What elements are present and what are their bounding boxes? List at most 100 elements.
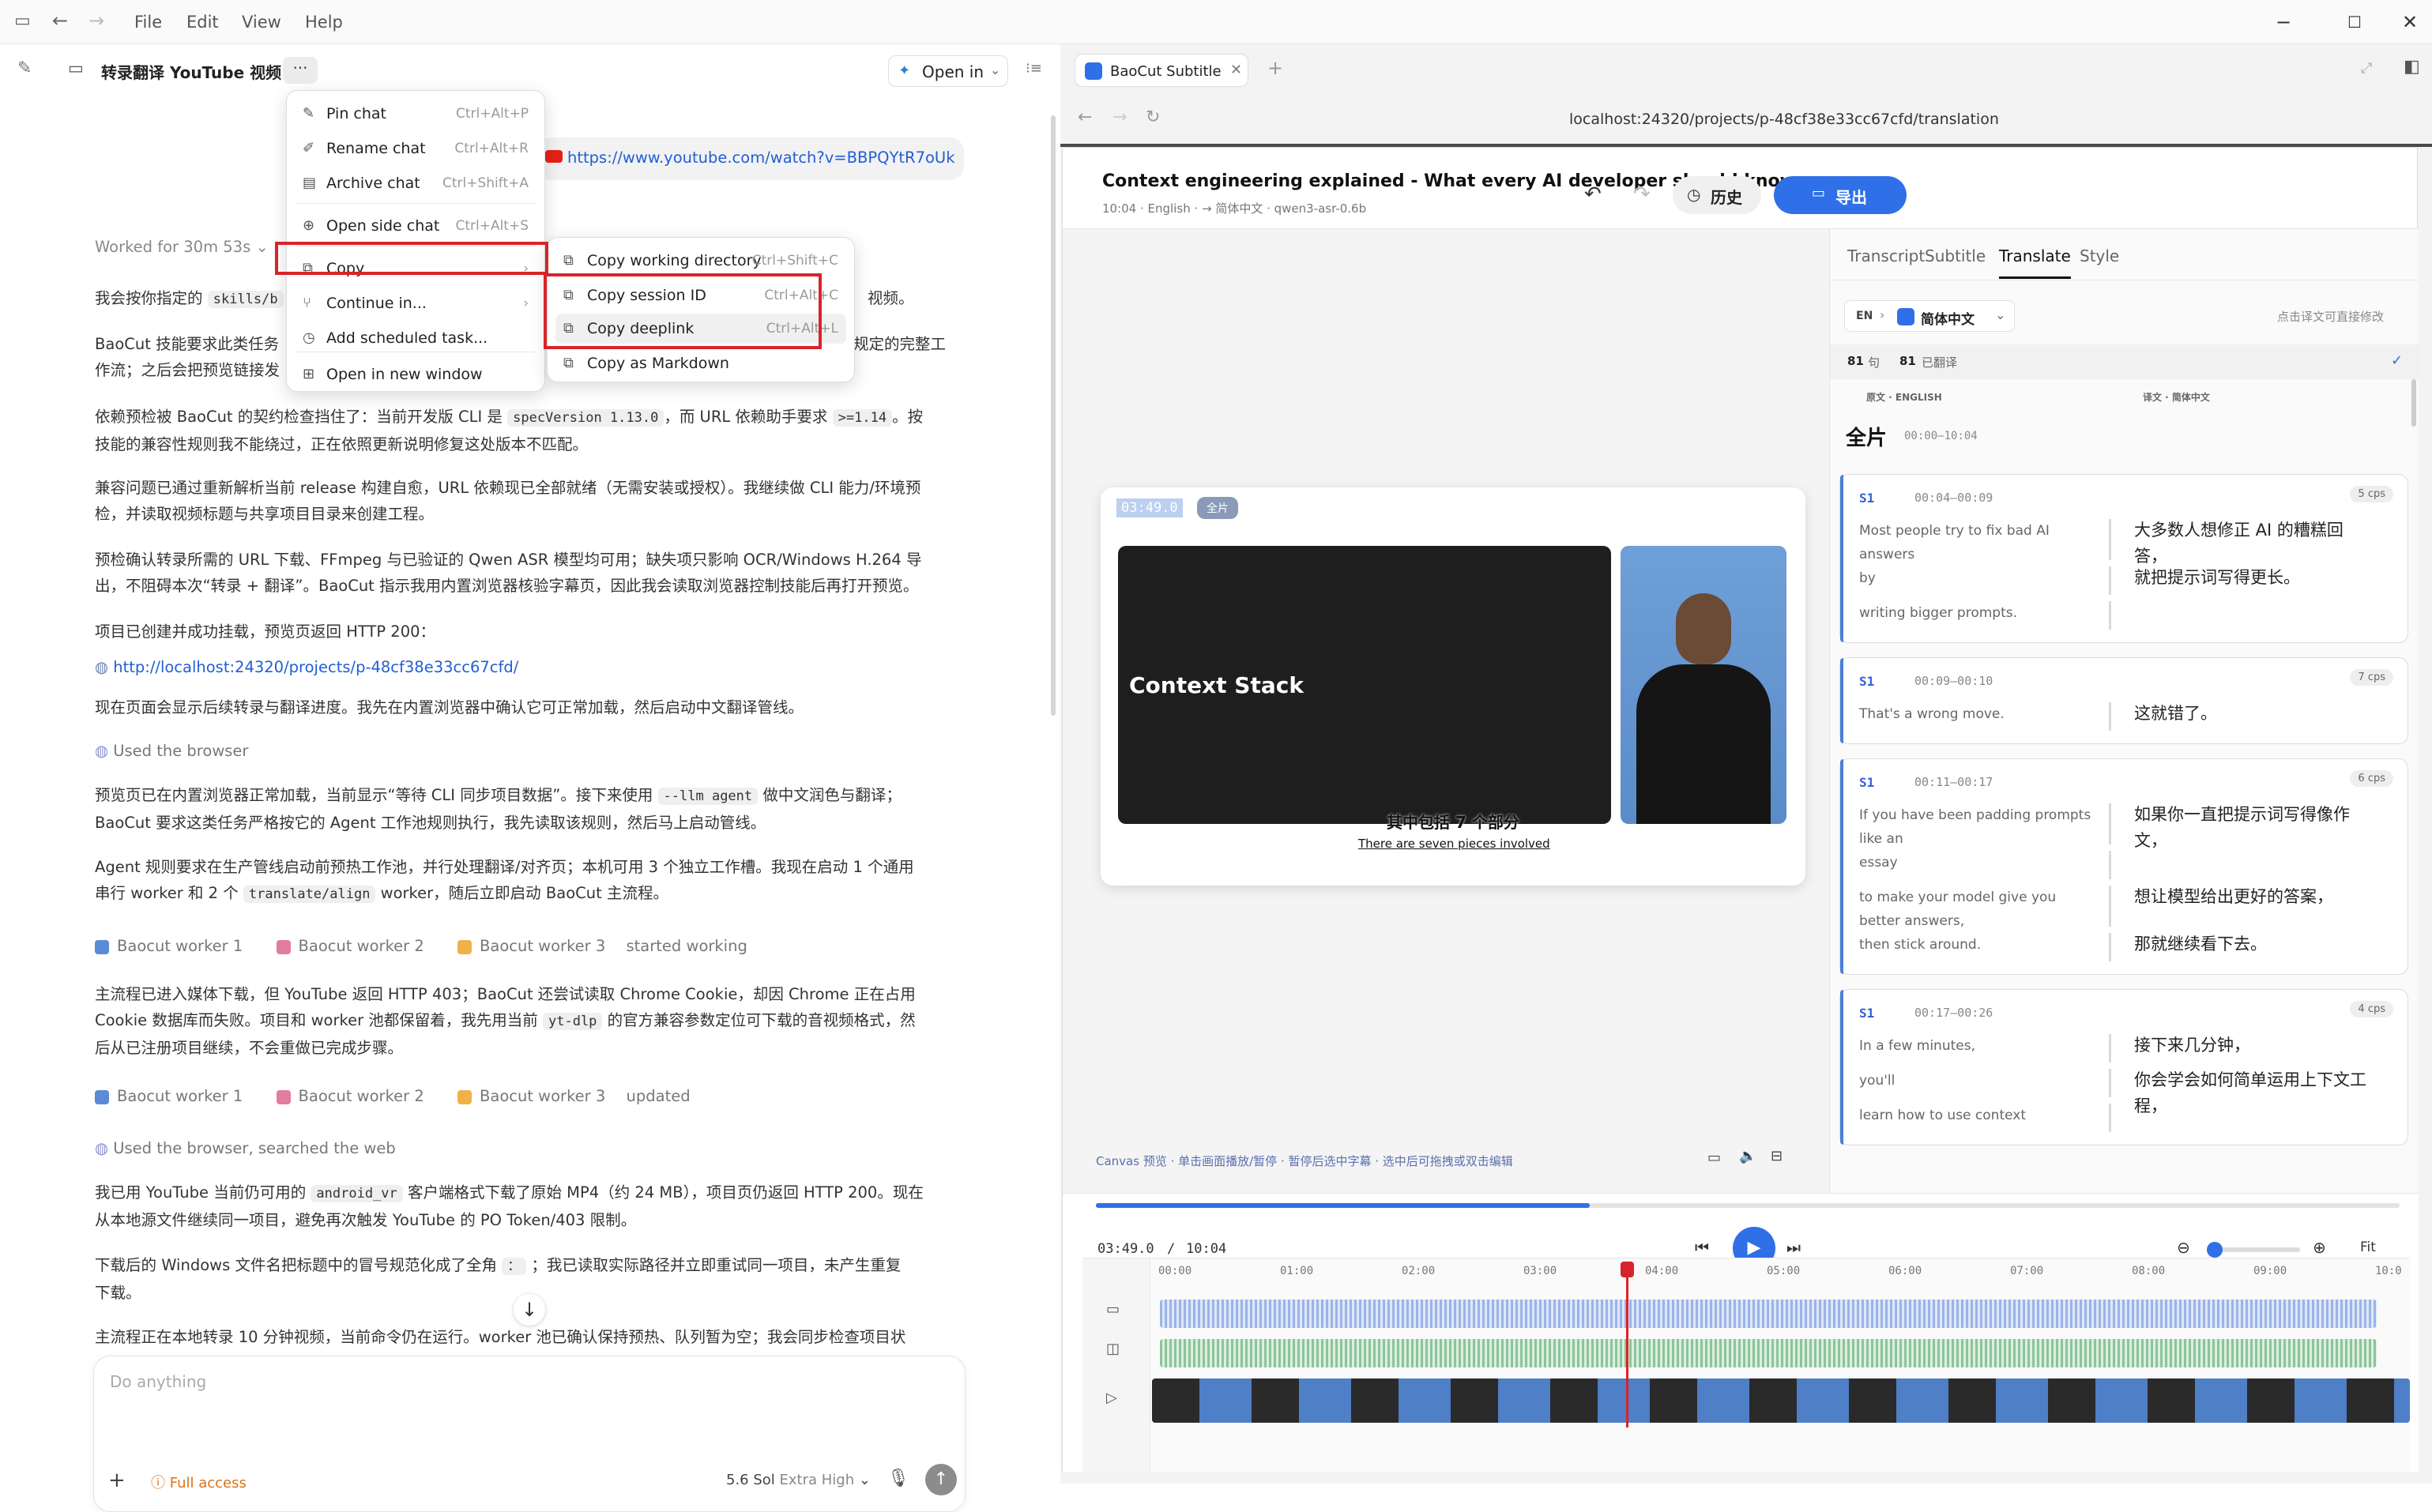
tab-style[interactable]: Style bbox=[2080, 246, 2119, 265]
used-browser-2[interactable]: ◍ Used the browser, searched the web bbox=[95, 1135, 964, 1161]
sidebar-toggle-icon[interactable]: ▭ bbox=[14, 11, 31, 31]
msg-p6-link[interactable]: ◍ http://localhost:24320/projects/p-48cf… bbox=[95, 654, 964, 680]
menu-file[interactable]: File bbox=[134, 13, 162, 32]
close-tab-icon[interactable]: ✕ bbox=[1230, 62, 1242, 78]
reload-icon[interactable]: ↻ bbox=[1146, 107, 1160, 127]
translation-text[interactable]: 接下来几分钟， bbox=[2134, 1032, 2371, 1059]
back-icon[interactable]: ← bbox=[52, 9, 68, 32]
history-button[interactable]: ◷ 历史 bbox=[1673, 176, 1761, 214]
browser-forward-icon[interactable]: → bbox=[1112, 107, 1127, 127]
volume-icon[interactable]: 🔈 bbox=[1739, 1148, 1756, 1164]
youtube-link[interactable]: https://www.youtube.com/watch?v=BBPQYtR7… bbox=[567, 149, 955, 167]
window-titlebar: ▭ ← → File Edit View Help − ☐ ✕ bbox=[0, 0, 2432, 44]
new-chat-icon[interactable]: ✎ bbox=[17, 58, 32, 78]
used-browser-1[interactable]: ◍ Used the browser bbox=[95, 738, 964, 764]
submenu-item[interactable]: ⧉ Copy working directory Ctrl+Shift+C bbox=[555, 246, 846, 276]
microphone-icon[interactable]: 🎙 bbox=[887, 1469, 909, 1488]
progress-track[interactable] bbox=[1096, 1203, 2400, 1208]
send-button[interactable]: ↑ bbox=[925, 1464, 957, 1495]
editor-scrollbar[interactable] bbox=[2411, 379, 2416, 427]
menu-item[interactable]: ▤ Archive chat Ctrl+Shift+A bbox=[295, 168, 536, 198]
playhead[interactable] bbox=[1621, 1262, 1634, 1427]
translation-text[interactable]: 那就继续看下去。 bbox=[2134, 931, 2371, 957]
video-thumbnail-track[interactable] bbox=[1152, 1378, 2410, 1423]
caption-style-icon[interactable]: ⊟ bbox=[1771, 1148, 1783, 1164]
diff-icon[interactable]: ⁝≡ bbox=[1026, 60, 1042, 77]
export-icon: ▭ bbox=[1812, 185, 1826, 201]
skip-forward-icon[interactable]: ⏭ bbox=[1786, 1238, 1801, 1257]
translation-text[interactable]: 就把提示词写得更长。 bbox=[2134, 565, 2371, 591]
segment-card[interactable]: S1 00:17–00:26 4 cps In a few minutes, 接下来几分… bbox=[1839, 989, 2408, 1145]
redo-icon[interactable]: ↷ bbox=[1633, 182, 1651, 206]
submenu-item-label: Copy as Markdown bbox=[587, 355, 729, 372]
worker-2-label[interactable]: Baocut worker 2 bbox=[299, 1087, 424, 1105]
minimize-icon[interactable]: − bbox=[2269, 8, 2298, 36]
translation-text[interactable]: 你会学会如何简单运用上下文工程， bbox=[2134, 1067, 2371, 1119]
menu-item[interactable]: ✐ Rename chat Ctrl+Alt+R bbox=[295, 134, 536, 164]
segment-card[interactable]: S1 00:04–00:09 5 cps Most people try to fix… bbox=[1839, 474, 2408, 643]
zoom-slider[interactable] bbox=[2207, 1242, 2300, 1258]
zoom-in-icon[interactable]: ⊕ bbox=[2313, 1238, 2326, 1257]
add-attachment-icon[interactable]: + bbox=[108, 1469, 126, 1492]
composer-input[interactable]: Do anything bbox=[110, 1372, 206, 1391]
translation-text[interactable]: 想让模型给出更好的答案， bbox=[2134, 884, 2371, 910]
playhead-handle[interactable] bbox=[1621, 1262, 1634, 1277]
fit-button[interactable]: Fit bbox=[2360, 1239, 2376, 1255]
worker-1-label[interactable]: Baocut worker 1 bbox=[117, 1087, 243, 1105]
language-selector[interactable]: EN › 简体中文 ⌄ bbox=[1844, 300, 2015, 332]
translation-text[interactable]: 大多数人想修正 AI 的糟糕回答， bbox=[2134, 517, 2371, 570]
worker-1-icon bbox=[95, 939, 109, 954]
forward-icon[interactable]: → bbox=[88, 9, 104, 32]
menu-help[interactable]: Help bbox=[305, 13, 343, 32]
more-options-button[interactable]: ··· bbox=[283, 57, 318, 84]
scroll-down-icon[interactable]: ↓ bbox=[514, 1294, 545, 1326]
segment-card[interactable]: S1 00:11–00:17 6 cps If you have been paddi… bbox=[1839, 758, 2408, 975]
close-window-icon[interactable]: ✕ bbox=[2396, 8, 2424, 36]
menu-item[interactable]: ◷ Add scheduled task... bbox=[295, 323, 536, 353]
timeline[interactable]: ▭ ◫ ▷ 00:00 01:00 02:00 03:00 04:00 05:00 06:0… bbox=[1082, 1258, 2410, 1472]
undo-icon[interactable]: ↶ bbox=[1584, 182, 1602, 206]
menu-item[interactable]: ✎ Pin chat Ctrl+Alt+P bbox=[295, 99, 536, 129]
browser-tab[interactable]: BaoCut Subtitle ✕ bbox=[1075, 54, 1248, 87]
expand-icon[interactable]: ⤢ bbox=[2361, 60, 2372, 77]
menu-item[interactable]: ⊞ Open in new window bbox=[295, 359, 536, 389]
menu-item[interactable]: ⑂ Continue in... › bbox=[295, 288, 536, 318]
subtitle-track[interactable] bbox=[1160, 1299, 2377, 1328]
browser-back-icon[interactable]: ← bbox=[1078, 107, 1092, 127]
new-tab-icon[interactable]: + bbox=[1267, 57, 1283, 79]
translation-text[interactable]: 这就错了。 bbox=[2134, 701, 2371, 727]
menu-item[interactable]: ⊕ Open side chat Ctrl+Alt+S bbox=[295, 211, 536, 241]
menu-view[interactable]: View bbox=[242, 13, 281, 32]
sentence-count-label: 句 bbox=[1868, 355, 1880, 370]
scrollbar[interactable] bbox=[1051, 115, 1056, 716]
address-bar[interactable]: localhost:24320/projects/p-48cf38e33cc67… bbox=[1569, 111, 1999, 128]
worked-duration[interactable]: Worked for 30m 53s ⌄ bbox=[95, 238, 269, 256]
worker-2-label[interactable]: Baocut worker 2 bbox=[299, 937, 424, 955]
export-button[interactable]: ▭ 导出 bbox=[1774, 176, 1907, 214]
zoom-out-icon[interactable]: ⊖ bbox=[2177, 1238, 2190, 1257]
menu-edit[interactable]: Edit bbox=[186, 13, 219, 32]
full-access-button[interactable]: ⓘ Full access bbox=[151, 1472, 247, 1492]
tab-translate[interactable]: Translate bbox=[1999, 246, 2071, 279]
tab-transcript[interactable]: Transcript bbox=[1847, 246, 1925, 265]
preview-card[interactable]: 03:49.0 全片 Context Stack 其中包括 7 个部分 Ther… bbox=[1101, 487, 1805, 886]
project-link[interactable]: http://localhost:24320/projects/p-48cf38… bbox=[113, 658, 518, 676]
worker-3-label[interactable]: Baocut worker 3 bbox=[480, 937, 605, 955]
panel-toggle-icon[interactable]: ◧ bbox=[2404, 57, 2420, 77]
open-in-button[interactable]: ✦ Open in ⌄ bbox=[888, 55, 1008, 87]
maximize-icon[interactable]: ☐ bbox=[2340, 8, 2369, 36]
segment-card[interactable]: S1 00:09–00:10 7 cps That's a wrong move. 这就… bbox=[1839, 657, 2408, 744]
zoom-handle[interactable] bbox=[2207, 1242, 2223, 1258]
msg-p6: 项目已创建并成功挂载，预览页返回 HTTP 200： bbox=[95, 619, 964, 645]
worker-3-label[interactable]: Baocut worker 3 bbox=[480, 1087, 605, 1105]
model-selector[interactable]: 5.6 Sol Extra High ⌄ bbox=[726, 1472, 871, 1488]
skip-back-icon[interactable]: ⏮ bbox=[1695, 1238, 1709, 1257]
translation-track[interactable] bbox=[1160, 1339, 2377, 1367]
subtitle-toggle-icon[interactable]: ▭ bbox=[1707, 1149, 1721, 1166]
tab-subtitle[interactable]: Subtitle bbox=[1925, 246, 1986, 265]
submenu-item[interactable]: ⧉ Copy as Markdown bbox=[555, 348, 846, 378]
translation-text[interactable]: 如果你一直把提示词写得像作文， bbox=[2134, 802, 2371, 854]
worker-1-label[interactable]: Baocut worker 1 bbox=[117, 937, 243, 955]
segment-time: 00:11–00:17 bbox=[1914, 775, 1993, 789]
p3-code2: >=1.14 bbox=[832, 409, 893, 427]
